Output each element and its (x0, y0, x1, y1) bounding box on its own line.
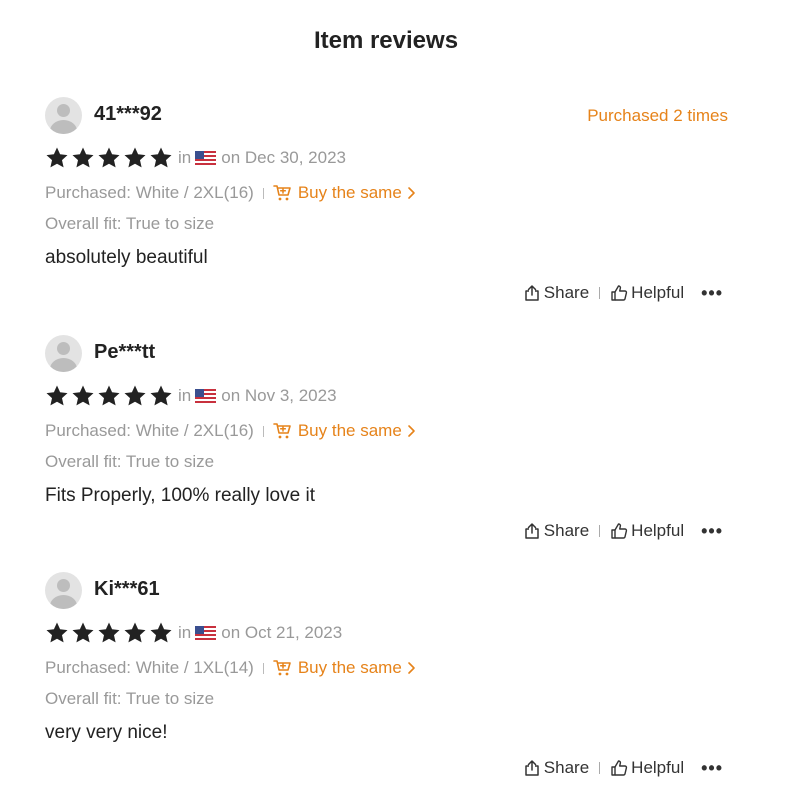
chevron-right-icon (407, 425, 415, 437)
thumbs-up-icon (611, 760, 628, 776)
in-label: in (178, 148, 192, 167)
buy-the-same-label: Buy the same (297, 658, 402, 677)
rating-row: in on Oct 21, 2023 (45, 621, 342, 645)
us-flag-icon (195, 151, 217, 165)
share-button[interactable]: Share (523, 758, 589, 778)
share-button[interactable]: Share (523, 283, 589, 303)
avatar (45, 335, 82, 372)
share-icon (525, 285, 539, 301)
review-date: on Oct 21, 2023 (221, 623, 343, 642)
review-comment: very very nice! (45, 722, 168, 743)
star-icon (98, 385, 120, 406)
star-icon (98, 147, 120, 168)
share-icon (525, 760, 539, 776)
divider (599, 525, 601, 537)
more-options-icon[interactable]: ••• (701, 758, 723, 779)
rating-row: in on Dec 30, 2023 (45, 146, 346, 170)
purchase-row: Purchased: White / 2XL(16) Buy the same (45, 183, 416, 203)
chevron-right-icon (407, 662, 415, 674)
us-flag-icon (195, 389, 217, 403)
star-icon (46, 622, 68, 643)
in-label: in (178, 623, 192, 642)
star-icon (150, 147, 172, 168)
star-icon (124, 385, 146, 406)
helpful-label: Helpful (631, 521, 685, 540)
buy-the-same-label: Buy the same (297, 183, 402, 202)
cart-add-icon (273, 423, 291, 439)
buy-the-same-label: Buy the same (297, 421, 402, 440)
avatar (45, 97, 82, 134)
share-label: Share (543, 758, 590, 777)
star-icon (72, 622, 94, 643)
divider (262, 187, 264, 199)
purchase-variant: Purchased: White / 2XL(16) (45, 421, 254, 440)
rating-row: in on Nov 3, 2023 (45, 384, 337, 408)
thumbs-up-icon (611, 523, 628, 539)
overall-fit: Overall fit: True to size (45, 214, 215, 233)
star-rating (45, 384, 173, 408)
helpful-button[interactable]: Helpful (610, 521, 684, 541)
helpful-button[interactable]: Helpful (610, 283, 684, 303)
overall-fit: Overall fit: True to size (45, 689, 215, 708)
review-comment: absolutely beautiful (45, 247, 208, 268)
reviewer-name: Ki***61 (94, 578, 160, 600)
chevron-right-icon (407, 187, 415, 199)
us-flag-icon (195, 626, 217, 640)
review-date: on Nov 3, 2023 (221, 386, 337, 405)
more-options-icon[interactable]: ••• (701, 521, 723, 542)
thumbs-up-icon (611, 285, 628, 301)
more-options-icon[interactable]: ••• (701, 283, 723, 304)
purchase-variant: Purchased: White / 2XL(16) (45, 183, 254, 202)
page-title: Item reviews (313, 27, 459, 54)
review-card: Ki***61 in on Oct 21, 2023 Purchased: Wh… (45, 572, 745, 792)
helpful-label: Helpful (631, 283, 685, 302)
reviews-page: Item reviews 41***92 Purchased 2 times i… (0, 0, 800, 800)
review-comment: Fits Properly, 100% really love it (45, 485, 315, 506)
cart-add-icon (273, 185, 291, 201)
reviewer-name: 41***92 (94, 103, 162, 125)
share-label: Share (543, 521, 590, 540)
star-icon (72, 147, 94, 168)
cart-add-icon (273, 660, 291, 676)
review-actions: Share Helpful ••• (523, 520, 723, 542)
review-date: on Dec 30, 2023 (221, 148, 346, 167)
share-label: Share (543, 283, 590, 302)
star-icon (72, 385, 94, 406)
buy-the-same-button[interactable]: Buy the same (273, 658, 416, 678)
purchase-row: Purchased: White / 2XL(16) Buy the same (45, 421, 416, 441)
star-icon (46, 147, 68, 168)
review-actions: Share Helpful ••• (523, 757, 723, 779)
reviewer-name: Pe***tt (94, 341, 156, 363)
purchase-variant: Purchased: White / 1XL(14) (45, 658, 254, 677)
buy-the-same-button[interactable]: Buy the same (273, 421, 416, 441)
star-icon (150, 385, 172, 406)
purchase-row: Purchased: White / 1XL(14) Buy the same (45, 658, 416, 678)
star-icon (150, 622, 172, 643)
share-icon (525, 523, 539, 539)
avatar (45, 572, 82, 609)
review-actions: Share Helpful ••• (523, 282, 723, 304)
in-label: in (178, 386, 192, 405)
star-icon (98, 622, 120, 643)
review-card: 41***92 Purchased 2 times in on Dec 30, … (45, 97, 745, 317)
divider (262, 662, 264, 674)
purchased-times-label: Purchased 2 times (587, 106, 728, 125)
divider (599, 762, 601, 774)
star-icon (124, 622, 146, 643)
star-icon (124, 147, 146, 168)
helpful-label: Helpful (631, 758, 685, 777)
buy-the-same-button[interactable]: Buy the same (273, 183, 416, 203)
star-rating (45, 146, 173, 170)
helpful-button[interactable]: Helpful (610, 758, 684, 778)
divider (599, 287, 601, 299)
overall-fit: Overall fit: True to size (45, 452, 215, 471)
star-icon (46, 385, 68, 406)
divider (262, 425, 264, 437)
share-button[interactable]: Share (523, 521, 589, 541)
review-card: Pe***tt in on Nov 3, 2023 Purchased: Whi… (45, 335, 745, 555)
star-rating (45, 621, 173, 645)
